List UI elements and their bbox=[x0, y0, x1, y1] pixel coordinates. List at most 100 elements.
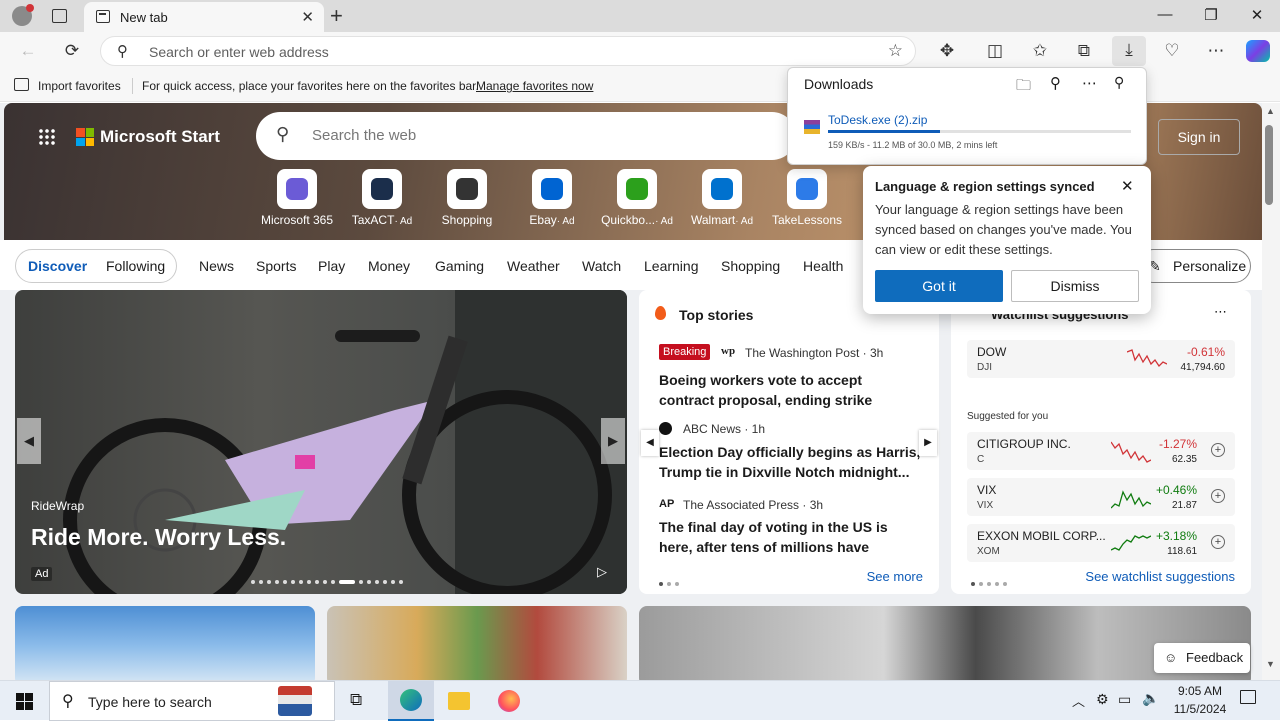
downloads-icon[interactable]: ⤓ bbox=[1112, 36, 1146, 66]
favorites-icon[interactable]: ✩ bbox=[1028, 40, 1052, 64]
manage-favorites-link[interactable]: Manage favorites now bbox=[476, 79, 593, 93]
personalize-button[interactable]: ✎ Personalize bbox=[1136, 249, 1251, 283]
quick-link[interactable]: TaxACT· Ad bbox=[340, 169, 424, 227]
add-to-watchlist-icon[interactable]: + bbox=[1211, 489, 1225, 503]
edge-taskbar-icon[interactable] bbox=[388, 681, 434, 721]
stock-price: 21.87 bbox=[1171, 500, 1197, 511]
windows-start-icon[interactable] bbox=[16, 693, 33, 710]
tab-new-tab[interactable]: New tab ✕ bbox=[84, 2, 324, 32]
tab-discover[interactable]: Discover bbox=[28, 258, 87, 274]
close-tab-icon[interactable]: ✕ bbox=[301, 8, 314, 26]
close-icon[interactable]: ✕ bbox=[1121, 177, 1134, 195]
minimize-button[interactable]: — bbox=[1150, 6, 1180, 23]
refresh-icon[interactable]: ⟳ bbox=[60, 40, 84, 64]
search-icon[interactable]: ⚲ bbox=[1050, 74, 1061, 92]
sign-in-button[interactable]: Sign in bbox=[1158, 119, 1240, 155]
quick-link[interactable]: Walmart· Ad bbox=[680, 169, 764, 227]
back-icon[interactable]: ← bbox=[16, 40, 40, 64]
new-tab-button[interactable]: + bbox=[330, 3, 343, 29]
nav-item[interactable]: Health bbox=[803, 258, 843, 274]
nav-item[interactable]: Learning bbox=[644, 258, 699, 274]
story-headline[interactable]: Election Day officially begins as Harris… bbox=[659, 442, 921, 482]
stock-symbol: XOM bbox=[977, 546, 1000, 557]
nav-item[interactable]: Gaming bbox=[435, 258, 484, 274]
see-more-link[interactable]: See more bbox=[867, 569, 923, 584]
story-headline[interactable]: Ride More. Worry Less. bbox=[31, 524, 286, 551]
nav-item[interactable]: Sports bbox=[256, 258, 296, 274]
feedback-button[interactable]: ☺ Feedback bbox=[1154, 643, 1250, 673]
stock-row[interactable]: CITIGROUP INC. C -1.27% 62.35 + bbox=[967, 432, 1235, 470]
watchlist-card: Watchlist suggestions ⋯ DOW DJI -0.61% 4… bbox=[951, 290, 1251, 594]
quick-link[interactable]: Quickbo...· Ad bbox=[595, 169, 679, 227]
dismiss-button[interactable]: Dismiss bbox=[1011, 270, 1139, 302]
file-explorer-icon[interactable] bbox=[448, 692, 470, 710]
web-search-box[interactable]: ⚲ Search the web bbox=[256, 112, 796, 160]
story-card-image[interactable] bbox=[327, 606, 627, 680]
import-favorites-button[interactable]: Import favorites bbox=[38, 79, 121, 93]
open-folder-icon[interactable]: 🗀 bbox=[1016, 75, 1031, 100]
quick-link[interactable]: Ebay· Ad bbox=[510, 169, 594, 227]
more-options-icon[interactable]: ⋯ bbox=[1214, 304, 1227, 320]
download-file-name[interactable]: ToDesk.exe (2).zip bbox=[828, 113, 927, 127]
profile-icon[interactable] bbox=[12, 4, 34, 26]
copilot-icon[interactable] bbox=[1246, 40, 1270, 62]
pin-icon[interactable]: ⚲ bbox=[1114, 74, 1124, 91]
add-to-watchlist-icon[interactable]: + bbox=[1211, 443, 1225, 457]
restore-button[interactable]: ❐ bbox=[1196, 6, 1226, 24]
story-card-image[interactable] bbox=[15, 606, 315, 680]
quick-link[interactable]: TakeLessons bbox=[765, 169, 849, 227]
next-story-button[interactable]: ▶ bbox=[919, 430, 937, 456]
taskbar-search[interactable]: ⚲ Type here to search bbox=[49, 681, 335, 721]
tray-app-icon[interactable]: ⚙ bbox=[1096, 691, 1109, 708]
address-bar[interactable]: ⚲ Search or enter web address ☆ bbox=[100, 36, 916, 66]
quick-link[interactable]: Microsoft 365 bbox=[255, 169, 339, 227]
story-headline[interactable]: Boeing workers vote to accept contract p… bbox=[659, 370, 921, 410]
quick-link-label: TaxACT bbox=[351, 213, 395, 227]
split-screen-icon[interactable]: ◫ bbox=[983, 40, 1007, 64]
settings-more-icon[interactable]: ⋯ bbox=[1204, 40, 1228, 64]
tray-chevron-icon[interactable]: ︿ bbox=[1072, 691, 1085, 710]
volume-icon[interactable]: 🔈 bbox=[1142, 690, 1159, 707]
stock-row[interactable]: DOW DJI -0.61% 41,794.60 bbox=[967, 340, 1235, 378]
next-slide-button[interactable]: ▶ bbox=[601, 418, 625, 464]
quick-link-label: Ebay bbox=[529, 213, 557, 227]
prev-slide-button[interactable]: ◀ bbox=[17, 418, 41, 464]
stock-row[interactable]: VIX VIX +0.46% 21.87 + bbox=[967, 478, 1235, 516]
network-icon[interactable]: ▭ bbox=[1118, 691, 1131, 708]
page-scrollbar[interactable]: ▲ ▼ bbox=[1262, 103, 1280, 680]
apps-grid-icon[interactable] bbox=[38, 128, 56, 146]
nav-item[interactable]: Watch bbox=[582, 258, 621, 274]
extensions-icon[interactable]: ✥ bbox=[935, 40, 959, 64]
sparkline bbox=[1111, 490, 1151, 509]
story-source: The Washington Post · 3h bbox=[745, 346, 884, 360]
firefox-icon[interactable] bbox=[498, 690, 520, 712]
nav-item[interactable]: Play bbox=[318, 258, 345, 274]
stock-row[interactable]: EXXON MOBIL CORP... XOM +3.18% 118.61 + bbox=[967, 524, 1235, 562]
story-headline[interactable]: The final day of voting in the US is her… bbox=[659, 517, 921, 557]
notifications-icon[interactable] bbox=[1240, 690, 1256, 704]
nav-item[interactable]: Shopping bbox=[721, 258, 780, 274]
pager-dots bbox=[971, 574, 1011, 589]
tab-following[interactable]: Following bbox=[106, 258, 165, 274]
clock-date[interactable]: 11/5/2024 bbox=[1168, 702, 1232, 716]
close-window-button[interactable]: ✕ bbox=[1242, 6, 1272, 24]
ad-choices-icon[interactable]: ▷ bbox=[597, 564, 607, 580]
browser-essentials-icon[interactable]: ♡ bbox=[1160, 40, 1184, 64]
hero-story-card[interactable]: ◀ ▶ RideWrap Ride More. Worry Less. Ad ▷ bbox=[15, 290, 627, 594]
quick-link-label: Walmart bbox=[690, 213, 736, 227]
prev-story-button[interactable]: ◀ bbox=[641, 430, 659, 456]
quick-link[interactable]: Shopping bbox=[425, 169, 509, 227]
tab-actions-icon[interactable] bbox=[52, 9, 67, 23]
nav-item[interactable]: Weather bbox=[507, 258, 560, 274]
nav-item[interactable]: Money bbox=[368, 258, 410, 274]
nav-item[interactable]: News bbox=[199, 258, 234, 274]
favorite-star-icon[interactable]: ☆ bbox=[888, 41, 903, 61]
task-view-icon[interactable]: ⧉ bbox=[350, 690, 362, 710]
see-watchlist-link[interactable]: See watchlist suggestions bbox=[1085, 569, 1235, 584]
got-it-button[interactable]: Got it bbox=[875, 270, 1003, 302]
clock-time[interactable]: 9:05 AM bbox=[1172, 684, 1228, 698]
add-to-watchlist-icon[interactable]: + bbox=[1211, 535, 1225, 549]
collections-icon[interactable]: ⧉ bbox=[1072, 40, 1096, 64]
more-options-icon[interactable]: ⋯ bbox=[1082, 74, 1097, 92]
ebay-bag-icon bbox=[532, 169, 572, 209]
